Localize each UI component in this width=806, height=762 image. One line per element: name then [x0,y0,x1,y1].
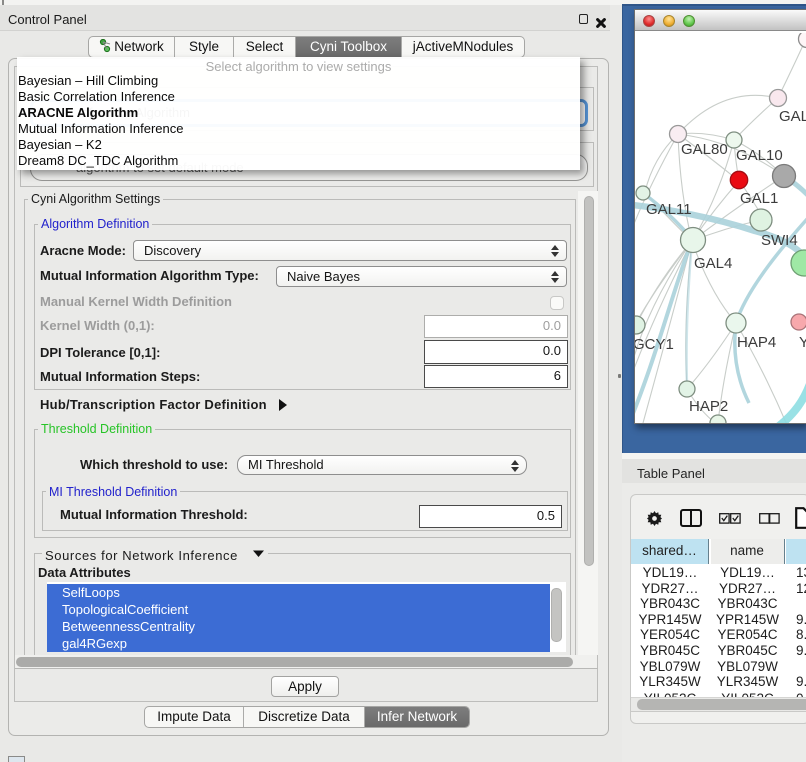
svg-text:GAL7: GAL7 [779,108,806,125]
svg-text:GAL4: GAL4 [694,255,732,272]
svg-text:GAL10: GAL10 [736,147,783,164]
svg-text:GAL80: GAL80 [681,141,728,158]
svg-text:SWI4: SWI4 [761,232,798,249]
svg-text:GAL1: GAL1 [740,190,778,207]
svg-text:GCY1: GCY1 [635,336,674,353]
svg-text:GAL11: GAL11 [646,201,692,218]
svg-text:HAP2: HAP2 [689,398,728,415]
svg-text:Y: Y [799,334,806,351]
svg-text:HAP4: HAP4 [737,334,776,351]
